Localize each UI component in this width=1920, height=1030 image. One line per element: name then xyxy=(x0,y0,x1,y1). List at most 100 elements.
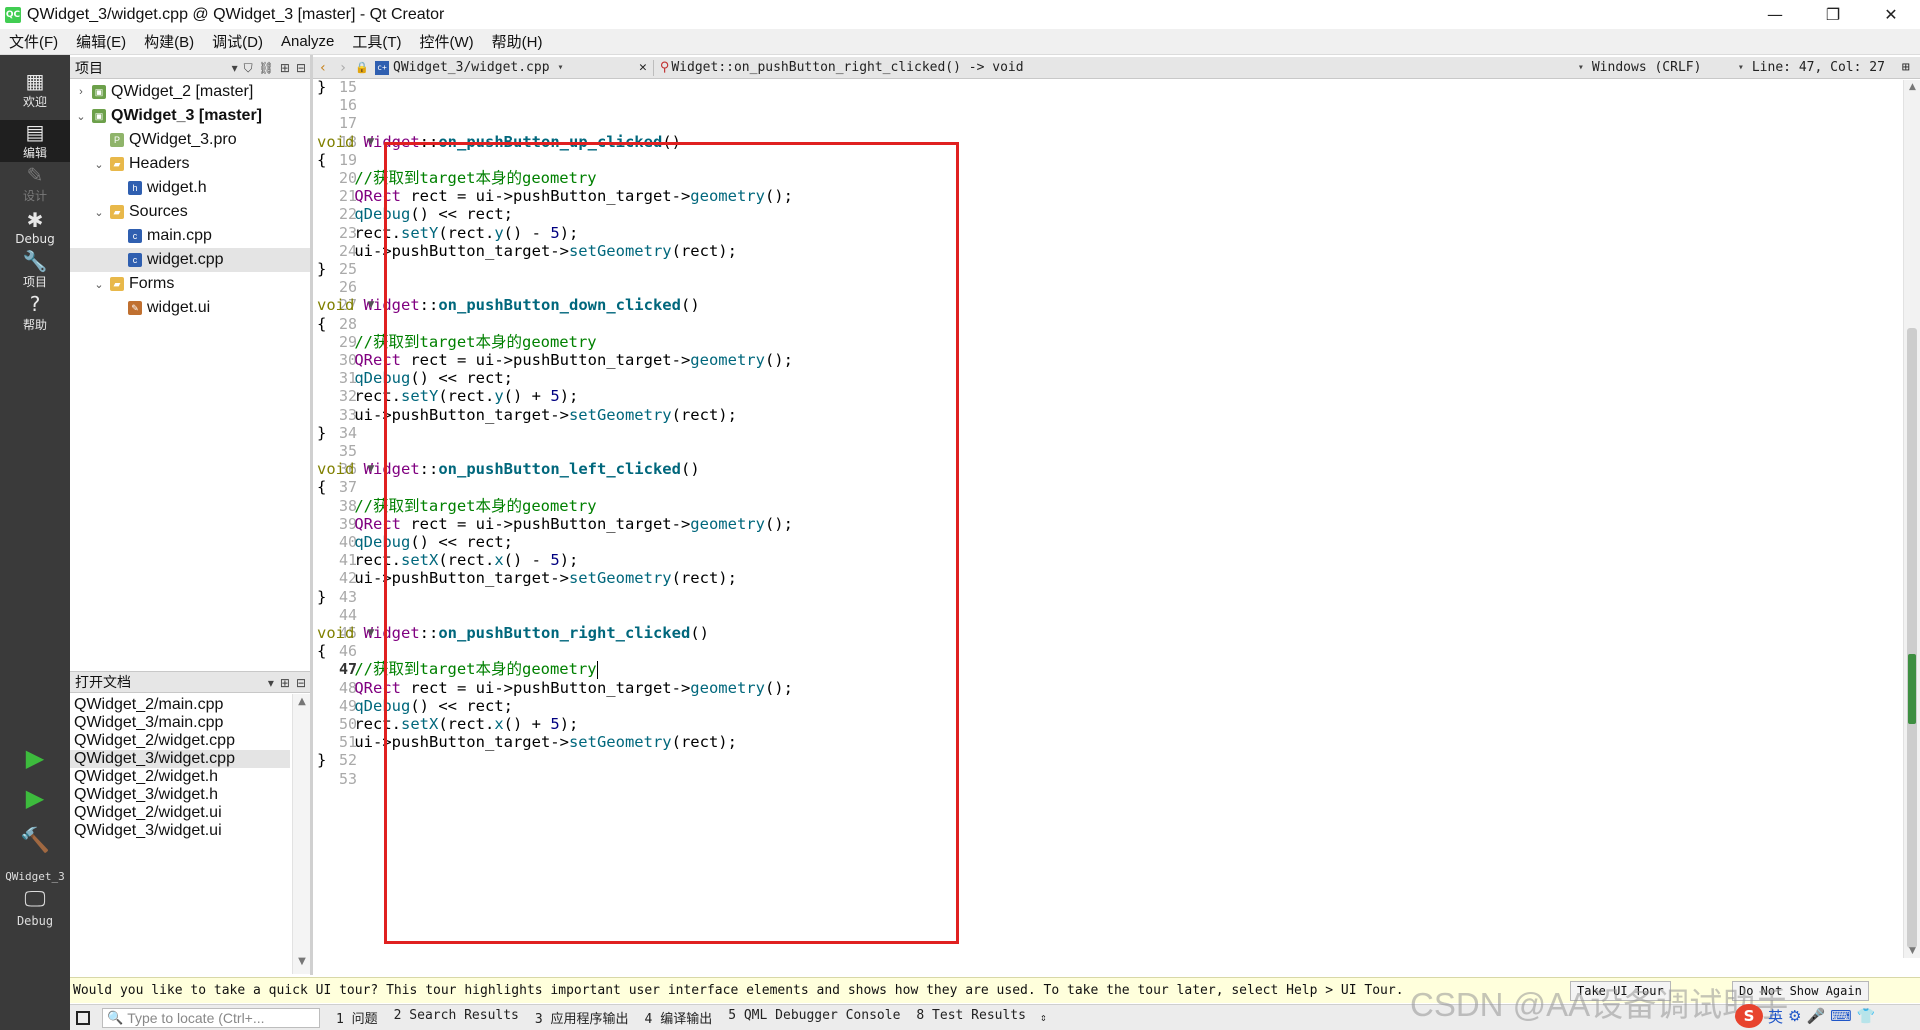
output-pane-tab[interactable]: 5 QML Debugger Console xyxy=(728,1008,900,1027)
menu-item[interactable]: 编辑(E) xyxy=(67,31,135,52)
open-document-item[interactable]: QWidget_3/widget.ui xyxy=(70,822,290,840)
code-line[interactable]: ui->pushButton_target->setGeometry(rect)… xyxy=(317,731,737,753)
tree-item[interactable]: ⌄ ▣ QWidget_3 [master] xyxy=(70,104,310,128)
mode-help[interactable]: ? 帮助 xyxy=(0,292,70,334)
menu-item[interactable]: 帮助(H) xyxy=(483,31,552,52)
output-pane-tab[interactable]: 3 应用程序输出 xyxy=(535,1008,629,1027)
output-pane-tab[interactable]: 2 Search Results xyxy=(394,1008,519,1027)
do-not-show-again-button[interactable]: Do Not Show Again xyxy=(1732,981,1869,1001)
ime-voice-icon[interactable]: 🎤 xyxy=(1806,1007,1825,1025)
chevron-down-icon[interactable]: ⌄ xyxy=(92,158,106,171)
file-selector[interactable]: c+ QWidget_3/widget.cpp ▾ xyxy=(371,60,629,75)
tree-item[interactable]: P QWidget_3.pro xyxy=(70,128,310,152)
menu-item[interactable]: 调试(D) xyxy=(203,31,272,52)
close-document-icon[interactable]: ✕ xyxy=(639,60,647,75)
scroll-up-icon[interactable]: ▲ xyxy=(293,696,311,712)
hammer-icon: 🔨 xyxy=(20,826,50,854)
ime-settings-icon[interactable]: ⚙ xyxy=(1788,1007,1801,1025)
mode-grid[interactable]: ▦ 欢迎 xyxy=(0,67,70,113)
fold-marker-icon[interactable]: ▼ xyxy=(365,622,377,644)
code-line[interactable]: ui->pushButton_target->setGeometry(rect)… xyxy=(317,567,737,589)
code-line[interactable]: } xyxy=(317,749,326,771)
menu-item[interactable]: 控件(W) xyxy=(411,31,483,52)
take-ui-tour-button[interactable]: Take UI Tour xyxy=(1570,981,1671,1001)
output-pane-tab[interactable]: 4 编译输出 xyxy=(645,1008,713,1027)
split-editor-icon[interactable]: ⊞ xyxy=(1902,60,1910,75)
dropdown-arrow-icon[interactable]: ▾ xyxy=(232,61,238,75)
debug-run-button[interactable]: ▶ xyxy=(22,784,48,812)
restore-button[interactable]: ❐ xyxy=(1804,0,1862,29)
split-icon[interactable]: ⊞ xyxy=(280,61,290,75)
open-document-item[interactable]: QWidget_3/widget.h xyxy=(70,786,290,804)
tree-item[interactable]: c widget.cpp xyxy=(70,248,310,272)
scroll-down-icon[interactable]: ▼ xyxy=(293,956,311,972)
minimize-button[interactable]: — xyxy=(1746,0,1804,29)
ime-keyboard-icon[interactable]: ⌨ xyxy=(1830,1007,1852,1025)
output-pane-tab[interactable]: 8 Test Results xyxy=(916,1008,1026,1027)
open-document-item[interactable]: QWidget_2/widget.cpp xyxy=(70,732,290,750)
open-document-item[interactable]: QWidget_2/widget.h xyxy=(70,768,290,786)
mode-bug[interactable]: ✱ Debug xyxy=(0,206,70,248)
toggle-sidebar-icon[interactable] xyxy=(76,1010,90,1025)
open-document-item[interactable]: QWidget_2/main.cpp xyxy=(70,696,290,714)
editor-scrollbar[interactable]: ▲ ▼ xyxy=(1903,80,1920,958)
chevron-right-icon[interactable]: › xyxy=(74,86,88,98)
fold-marker-icon[interactable]: ▼ xyxy=(365,294,377,316)
tree-item[interactable]: ⌄ ▰ Forms xyxy=(70,272,310,296)
sogou-ime-logo-icon[interactable]: S xyxy=(1735,1004,1763,1028)
menu-item[interactable]: Analyze xyxy=(272,33,343,50)
chevron-down-icon[interactable]: ⌄ xyxy=(92,206,106,219)
tree-item[interactable]: h widget.h xyxy=(70,176,310,200)
open-document-item[interactable]: QWidget_3/widget.cpp xyxy=(70,750,290,768)
ime-language-toggle[interactable]: 英 xyxy=(1768,1006,1783,1027)
close-pane-icon[interactable]: ⊟ xyxy=(296,61,306,75)
more-panes-icon[interactable]: ⇕ xyxy=(1040,1011,1047,1024)
tree-item[interactable]: ⌄ ▰ Sources xyxy=(70,200,310,224)
build-button[interactable]: 🔨 xyxy=(20,826,50,854)
fold-marker-icon[interactable]: ▼ xyxy=(365,458,377,480)
scrollbar-thumb[interactable] xyxy=(1907,328,1917,948)
ime-skin-icon[interactable]: 👕 xyxy=(1857,1007,1876,1025)
open-document-item[interactable]: QWidget_2/widget.ui xyxy=(70,804,290,822)
code-line[interactable]: } xyxy=(317,80,326,98)
code-area[interactable]: } void Widget::on_pushButton_up_clicked()… xyxy=(317,80,1883,958)
cursor-position[interactable]: ▾ Line: 47, Col: 27 xyxy=(1730,60,1900,75)
filter-icon[interactable]: ⛉ xyxy=(244,61,253,76)
mode-wrench[interactable]: 🔧 项目 xyxy=(0,249,70,291)
tree-item[interactable]: ⌄ ▰ Headers xyxy=(70,152,310,176)
split-icon[interactable]: ⊞ xyxy=(280,676,290,690)
mode-label: 项目 xyxy=(22,275,47,289)
menu-item[interactable]: 构建(B) xyxy=(135,31,203,52)
tree-item[interactable]: ✎ widget.ui xyxy=(70,296,310,320)
code-line[interactable]: } xyxy=(317,422,326,444)
code-line[interactable]: } xyxy=(317,258,326,280)
chevron-down-icon[interactable]: ⌄ xyxy=(74,110,88,123)
tree-item[interactable]: c main.cpp xyxy=(70,224,310,248)
scroll-up-icon[interactable]: ▲ xyxy=(1904,82,1920,92)
code-line[interactable]: ui->pushButton_target->setGeometry(rect)… xyxy=(317,404,737,426)
tree-item[interactable]: › ▣ QWidget_2 [master] xyxy=(70,80,310,104)
open-documents-scrollbar[interactable]: ▲ ▼ xyxy=(292,694,310,974)
forward-arrow-icon[interactable]: › xyxy=(333,60,353,76)
run-button[interactable]: ▶ xyxy=(22,744,48,772)
open-document-item[interactable]: QWidget_3/main.cpp xyxy=(70,714,290,732)
output-pane-tab[interactable]: 1 问题 xyxy=(336,1008,378,1027)
back-arrow-icon[interactable]: ‹ xyxy=(313,60,333,76)
close-button[interactable]: ✕ xyxy=(1862,0,1920,29)
close-pane-icon[interactable]: ⊟ xyxy=(296,676,306,690)
kit-selector[interactable]: QWidget_3 🖵 Debug xyxy=(0,870,70,928)
menu-item[interactable]: 工具(T) xyxy=(343,31,410,52)
locator-input[interactable]: 🔍 Type to locate (Ctrl+... xyxy=(102,1007,320,1028)
chevron-down-icon[interactable]: ⌄ xyxy=(92,278,106,291)
code-line[interactable]: ui->pushButton_target->setGeometry(rect)… xyxy=(317,240,737,262)
dropdown-arrow-icon[interactable]: ▾ xyxy=(268,676,274,690)
menu-item[interactable]: 文件(F) xyxy=(0,31,67,52)
mode-edit[interactable]: ▤ 编辑 xyxy=(0,120,70,162)
code-line[interactable]: } xyxy=(317,586,326,608)
code-editor[interactable]: 15 16 17 18 19 20 21 22 23 24 25 26 27 28 29 30 31 32 33 34… xyxy=(313,80,1920,958)
link-icon[interactable]: ⛓ xyxy=(259,61,274,75)
scroll-down-icon[interactable]: ▼ xyxy=(1904,946,1920,956)
line-ending-selector[interactable]: ▾ Windows (CRLF) xyxy=(1570,60,1730,75)
symbol-selector[interactable]: ⚲ Widget::on_pushButton_right_clicked() … xyxy=(660,60,1570,75)
fold-marker-icon[interactable]: ▼ xyxy=(365,131,377,153)
